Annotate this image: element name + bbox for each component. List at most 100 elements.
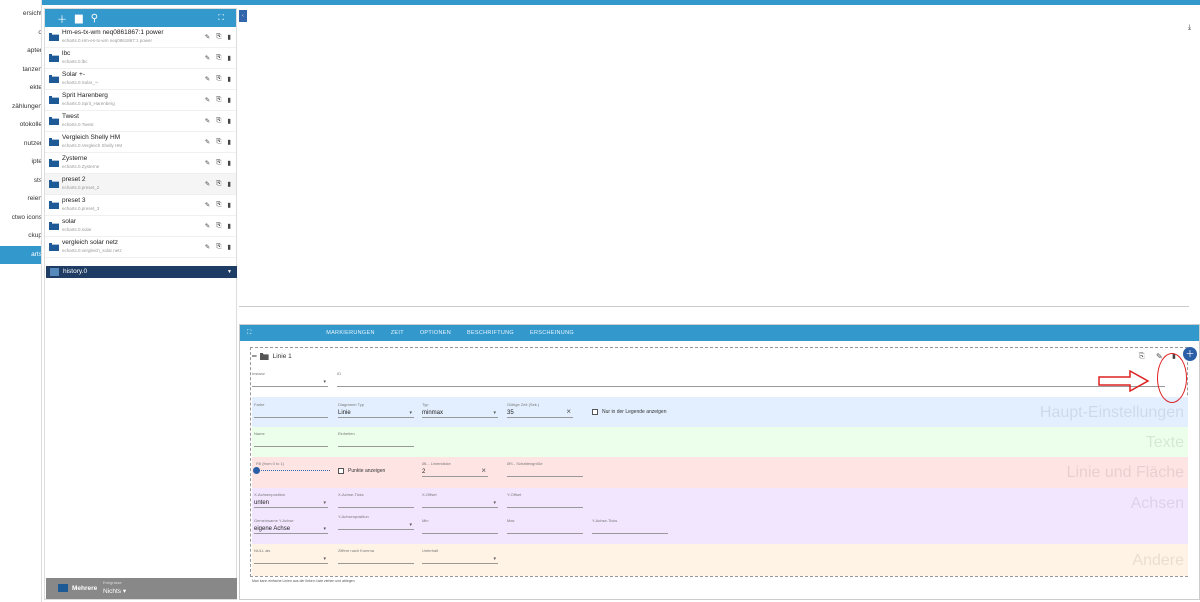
- add-line-button[interactable]: ＋: [1183, 347, 1197, 361]
- chart-list-item[interactable]: Vergleich Shelly HM echarts.0.Vergleich S…: [45, 132, 236, 153]
- decimals-field[interactable]: Ziffern nach Komma: [338, 548, 414, 564]
- copy-icon[interactable]: ⎘: [216, 222, 221, 230]
- nav-item[interactable]: arts: [0, 245, 41, 264]
- copy-icon[interactable]: ⎘: [216, 201, 221, 209]
- y-offset-field[interactable]: Y-Offset: [507, 492, 583, 508]
- name-field[interactable]: Name: [254, 431, 328, 447]
- x-offset-select[interactable]: ▾: [422, 498, 498, 508]
- color-input[interactable]: [254, 408, 328, 418]
- y-ticks-field[interactable]: Y-Achse-Ticks: [592, 518, 668, 534]
- nav-item[interactable]: o: [0, 24, 41, 42]
- checkbox[interactable]: [592, 409, 598, 415]
- chart-list-item[interactable]: Hm-es-tx-wm neq0861867:1 power echarts.0.…: [45, 27, 236, 48]
- instance-field[interactable]: Instanz ▾: [252, 371, 328, 387]
- delete-icon[interactable]: ▮: [227, 159, 231, 167]
- nav-item[interactable]: ckup: [0, 227, 41, 245]
- valid-time-field[interactable]: Gültige Zeit (Sek.) 35 ×: [507, 402, 573, 418]
- x-position-field[interactable]: X-Achsenposition unten ▾: [254, 492, 328, 508]
- x-ticks-field[interactable]: X-Achse-Ticks: [338, 492, 414, 508]
- events-select[interactable]: Nichts ▾: [103, 587, 126, 595]
- chart-list-item[interactable]: Zysterne echarts.0.Zysterne ✎ ⎘ ▮: [45, 153, 236, 174]
- max-input[interactable]: [507, 524, 583, 534]
- nav-item[interactable]: apter: [0, 42, 41, 60]
- shadow-field[interactable]: ØS - Schattengröße: [507, 461, 583, 477]
- fill-slider[interactable]: Fill (from 0 to 1): [253, 461, 330, 474]
- y-position-select[interactable]: ▾: [338, 520, 414, 530]
- chart-type-field[interactable]: Diagramm Typ Linie ▾: [338, 402, 414, 418]
- clear-icon[interactable]: ×: [481, 466, 486, 476]
- copy-icon[interactable]: ⎘: [1139, 353, 1145, 361]
- nav-item[interactable]: zählungen: [0, 98, 41, 116]
- units-input[interactable]: [338, 437, 414, 447]
- delete-icon[interactable]: ▮: [227, 243, 231, 251]
- delete-icon[interactable]: ▮: [227, 54, 231, 62]
- edit-icon[interactable]: ✎: [205, 33, 210, 41]
- delete-icon[interactable]: ▮: [227, 201, 231, 209]
- nav-item[interactable]: nutzer: [0, 135, 41, 153]
- copy-icon[interactable]: ⎘: [216, 243, 221, 251]
- line-width-field[interactable]: ØL - Liniendicke 2 ×: [422, 461, 488, 477]
- tab-optionen[interactable]: OPTIONEN: [420, 330, 451, 336]
- splitter[interactable]: [239, 306, 1189, 307]
- tab-erscheinung[interactable]: ERSCHEINUNG: [530, 330, 574, 336]
- chart-list-item[interactable]: Solar +- echarts.0.Solar_+- ✎ ⎘ ▮: [45, 69, 236, 90]
- x-offset-field[interactable]: X-Offset ▾: [422, 492, 498, 508]
- expand-icon[interactable]: ⛶: [218, 13, 224, 23]
- common-y-axis-select[interactable]: eigene Achse ▾: [254, 524, 328, 534]
- x-ticks-input[interactable]: [338, 498, 414, 508]
- delete-icon[interactable]: ▮: [227, 96, 231, 104]
- copy-icon[interactable]: ⎘: [216, 96, 221, 104]
- null-as-field[interactable]: NULL als ▾: [254, 548, 328, 564]
- history-folder[interactable]: history.0 ▼: [46, 266, 237, 278]
- slider-thumb[interactable]: [253, 467, 260, 474]
- name-input[interactable]: [254, 437, 328, 447]
- tab-zeit[interactable]: ZEIT: [391, 330, 404, 336]
- valid-time-input[interactable]: 35 ×: [507, 407, 573, 418]
- null-as-select[interactable]: ▾: [254, 554, 328, 564]
- copy-icon[interactable]: ⎘: [216, 54, 221, 62]
- delete-icon[interactable]: ▮: [227, 33, 231, 41]
- min-input[interactable]: [422, 524, 498, 534]
- nav-item[interactable]: ersicht: [0, 5, 41, 23]
- copy-icon[interactable]: ⎘: [216, 138, 221, 146]
- edit-icon[interactable]: ✎: [205, 75, 210, 83]
- unterhalt-field[interactable]: Unterhalt ▾: [422, 548, 498, 564]
- type-field[interactable]: Typ minmax ▾: [422, 402, 498, 418]
- folder-add-icon[interactable]: ▆: [75, 13, 83, 24]
- chart-list-item[interactable]: Twest echarts.0.Twest ✎ ⎘ ▮: [45, 111, 236, 132]
- units-field[interactable]: Einheiten: [338, 431, 414, 447]
- checkbox[interactable]: [338, 468, 344, 474]
- chart-list-item[interactable]: solar echarts.0.solar ✎ ⎘ ▮: [45, 216, 236, 237]
- y-position-field[interactable]: Y-Achsenposition ▾: [338, 514, 414, 530]
- common-y-axis-field[interactable]: Gemeinsame Y-Achse eigene Achse ▾: [254, 518, 328, 534]
- delete-icon[interactable]: ▮: [227, 180, 231, 188]
- download-icon[interactable]: ⤓: [1188, 24, 1191, 32]
- search-icon[interactable]: ⚲: [91, 13, 98, 24]
- chart-list-item[interactable]: preset 2 echarts.0.preset_2 ✎ ⎘ ▮: [45, 174, 236, 195]
- copy-icon[interactable]: ⎘: [216, 75, 221, 83]
- edit-icon[interactable]: ✎: [205, 201, 210, 209]
- decimals-input[interactable]: [338, 554, 414, 564]
- nav-item[interactable]: ekte: [0, 79, 41, 97]
- tab-beschriftung[interactable]: BESCHRIFTUNG: [467, 330, 514, 336]
- chart-list-item[interactable]: Sprit Harenberg echarts.0.Sprit_Harenberg…: [45, 90, 236, 111]
- multiple-label[interactable]: Mehrere: [72, 585, 97, 592]
- delete-icon[interactable]: ▮: [227, 75, 231, 83]
- clear-icon[interactable]: ×: [566, 407, 571, 417]
- edit-icon[interactable]: ✎: [205, 243, 210, 251]
- y-ticks-input[interactable]: [592, 524, 668, 534]
- copy-icon[interactable]: ⎘: [216, 117, 221, 125]
- chart-type-select[interactable]: Linie ▾: [338, 408, 414, 418]
- chart-list-item[interactable]: preset 3 echarts.0.preset_3 ✎ ⎘ ▮: [45, 195, 236, 216]
- edit-icon[interactable]: ✎: [205, 222, 210, 230]
- nav-item[interactable]: tanzen: [0, 61, 41, 79]
- type-select[interactable]: minmax ▾: [422, 408, 498, 418]
- x-position-select[interactable]: unten ▾: [254, 498, 328, 508]
- delete-icon[interactable]: ▮: [227, 222, 231, 230]
- add-icon[interactable]: ＋: [57, 11, 67, 26]
- copy-icon[interactable]: ⎘: [216, 159, 221, 167]
- nav-item[interactable]: ctwo icons: [0, 209, 41, 227]
- nav-item[interactable]: ipte: [0, 153, 41, 171]
- color-field[interactable]: Farbe: [254, 402, 328, 418]
- line-width-input[interactable]: 2 ×: [422, 466, 488, 477]
